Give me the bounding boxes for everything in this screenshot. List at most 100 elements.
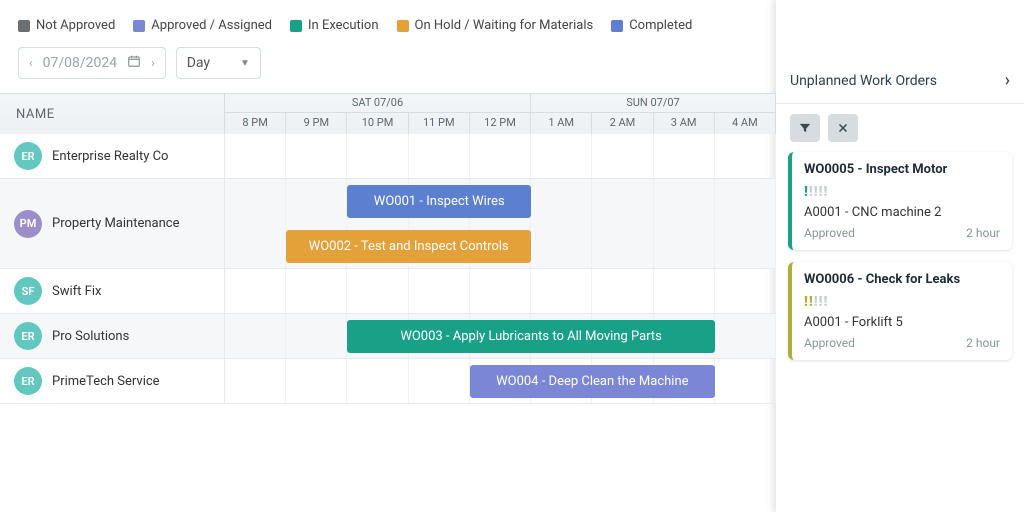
panel-tools bbox=[776, 104, 1024, 152]
time-cell[interactable] bbox=[715, 314, 776, 358]
panel-title: Unplanned Work Orders bbox=[790, 73, 937, 89]
time-cell[interactable] bbox=[347, 269, 408, 313]
card-title: WO0006 - Check for Leaks bbox=[804, 272, 1000, 287]
row-cells[interactable]: WO001 - Inspect Wires WO002 - Test and In… bbox=[225, 179, 776, 268]
time-cell[interactable] bbox=[470, 269, 531, 313]
row-name: SF Swift Fix bbox=[0, 269, 225, 313]
panel-header[interactable]: Unplanned Work Orders › bbox=[776, 58, 1024, 104]
resource-row: ERPro SolutionsWO003 - Apply Lubricants … bbox=[0, 314, 776, 359]
time-cell[interactable] bbox=[715, 359, 776, 403]
legend-label: Not Approved bbox=[36, 18, 115, 33]
legend-item: On Hold / Waiting for Materials bbox=[397, 18, 594, 33]
legend-label: Approved / Assigned bbox=[151, 18, 272, 33]
hour-header: 10 PM bbox=[347, 113, 408, 134]
avatar: SF bbox=[14, 277, 42, 305]
time-cell[interactable] bbox=[225, 179, 286, 268]
row-cells[interactable]: WO003 - Apply Lubricants to All Moving P… bbox=[225, 314, 776, 358]
time-cell[interactable] bbox=[225, 359, 286, 403]
time-cell[interactable] bbox=[347, 359, 408, 403]
date-picker[interactable]: ‹ 07/08/2024 › bbox=[18, 47, 166, 79]
calendar-icon[interactable] bbox=[127, 54, 141, 72]
legend-label: On Hold / Waiting for Materials bbox=[415, 18, 594, 33]
time-cell[interactable] bbox=[286, 134, 347, 178]
time-cell[interactable] bbox=[531, 269, 592, 313]
time-cell[interactable] bbox=[715, 269, 776, 313]
time-cell[interactable] bbox=[286, 359, 347, 403]
avatar: ER bbox=[14, 322, 42, 350]
legend: Not Approved Approved / Assigned In Execut… bbox=[0, 18, 776, 47]
time-cell[interactable] bbox=[470, 134, 531, 178]
hour-header: 8 PM bbox=[225, 113, 286, 134]
name-column-header: NAME bbox=[0, 94, 225, 134]
legend-item: Completed bbox=[611, 18, 692, 33]
legend-item: In Execution bbox=[290, 18, 379, 33]
priority-icons: !!!!! bbox=[804, 295, 1000, 309]
hour-header: 3 AM bbox=[654, 113, 715, 134]
card-subtitle: A0001 - CNC machine 2 bbox=[804, 205, 1000, 220]
close-button[interactable] bbox=[828, 114, 858, 142]
time-cell[interactable] bbox=[286, 269, 347, 313]
card-title: WO0005 - Inspect Motor bbox=[804, 162, 1000, 177]
chevron-right-icon[interactable]: › bbox=[1005, 70, 1010, 91]
row-cells[interactable] bbox=[225, 269, 776, 313]
card-status: Approved bbox=[804, 336, 855, 350]
time-cell[interactable] bbox=[654, 269, 715, 313]
time-cell[interactable] bbox=[225, 134, 286, 178]
chevron-right-icon[interactable]: › bbox=[151, 56, 155, 70]
time-cell[interactable] bbox=[409, 269, 470, 313]
row-cells[interactable] bbox=[225, 134, 776, 178]
time-cell[interactable] bbox=[531, 134, 592, 178]
card-duration: 2 hour bbox=[966, 226, 1000, 240]
hour-header: 4 AM bbox=[715, 113, 776, 134]
time-cell[interactable] bbox=[531, 179, 592, 268]
task-bar[interactable]: WO003 - Apply Lubricants to All Moving P… bbox=[347, 320, 714, 353]
work-order-card[interactable]: WO0006 - Check for Leaks!!!!!A0001 - For… bbox=[788, 262, 1012, 360]
priority-icons: !!!!! bbox=[804, 185, 1000, 199]
time-cell[interactable] bbox=[654, 134, 715, 178]
chevron-left-icon[interactable]: ‹ bbox=[29, 56, 33, 70]
time-cell[interactable] bbox=[409, 134, 470, 178]
hour-header: 12 PM bbox=[470, 113, 531, 134]
hour-header: 2 AM bbox=[592, 113, 653, 134]
time-cell[interactable] bbox=[654, 179, 715, 268]
time-cell[interactable] bbox=[286, 314, 347, 358]
legend-item: Not Approved bbox=[18, 18, 115, 33]
legend-swatch bbox=[133, 20, 145, 32]
resource-row: ERPrimeTech Service WO004 - Deep Clean th… bbox=[0, 359, 776, 404]
row-cells[interactable]: WO004 - Deep Clean the Machine bbox=[225, 359, 776, 403]
row-label: Swift Fix bbox=[52, 284, 101, 299]
time-cell[interactable] bbox=[592, 269, 653, 313]
legend-label: In Execution bbox=[308, 18, 379, 33]
row-label: PrimeTech Service bbox=[52, 374, 160, 389]
grid-header: NAME SAT 07/06SUN 07/07 8 PM9 PM10 PM11 … bbox=[0, 94, 776, 134]
hour-header: 9 PM bbox=[286, 113, 347, 134]
hour-header: 1 AM bbox=[531, 113, 592, 134]
resource-row: EREnterprise Realty Co bbox=[0, 134, 776, 179]
time-cell[interactable] bbox=[592, 134, 653, 178]
row-name: EREnterprise Realty Co bbox=[0, 134, 225, 178]
time-cell[interactable] bbox=[715, 134, 776, 178]
time-cell[interactable] bbox=[225, 269, 286, 313]
resource-row: SF Swift Fix bbox=[0, 269, 776, 314]
legend-item: Approved / Assigned bbox=[133, 18, 272, 33]
legend-label: Completed bbox=[629, 18, 692, 33]
time-cell[interactable] bbox=[409, 359, 470, 403]
toolbar: ‹ 07/08/2024 › Day ▼ bbox=[0, 47, 776, 93]
row-name: ERPrimeTech Service bbox=[0, 359, 225, 403]
task-bar[interactable]: WO001 - Inspect Wires bbox=[347, 185, 531, 218]
side-panel: Unplanned Work Orders › WO0005 - Inspect… bbox=[776, 0, 1024, 512]
time-cell[interactable] bbox=[715, 179, 776, 268]
work-order-card[interactable]: WO0005 - Inspect Motor!!!!! A0001 - CNC m… bbox=[788, 152, 1012, 250]
view-select[interactable]: Day ▼ bbox=[176, 47, 261, 79]
filter-button[interactable] bbox=[790, 114, 820, 142]
task-bar[interactable]: WO002 - Test and Inspect Controls bbox=[286, 230, 531, 263]
time-cell[interactable] bbox=[347, 134, 408, 178]
row-name: PMProperty Maintenance bbox=[0, 179, 225, 268]
avatar: ER bbox=[14, 142, 42, 170]
time-cell[interactable] bbox=[592, 179, 653, 268]
time-cell[interactable] bbox=[225, 314, 286, 358]
chevron-down-icon: ▼ bbox=[240, 58, 250, 69]
card-duration: 2 hour bbox=[966, 336, 1000, 350]
avatar: PM bbox=[14, 210, 42, 238]
task-bar[interactable]: WO004 - Deep Clean the Machine bbox=[470, 365, 715, 398]
